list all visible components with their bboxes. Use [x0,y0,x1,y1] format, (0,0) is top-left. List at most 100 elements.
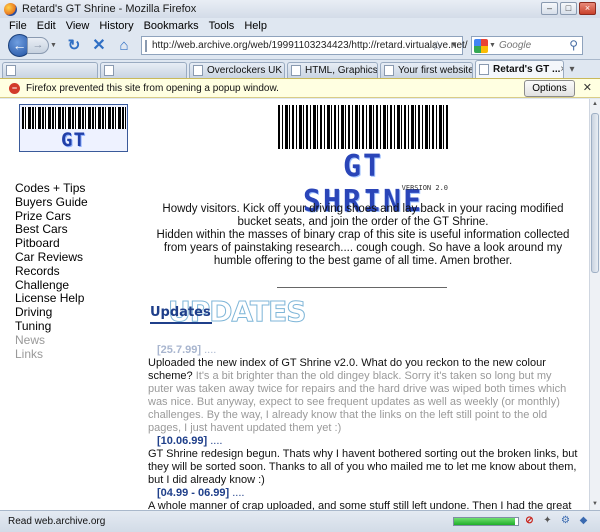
popup-blocked-icon[interactable]: ⊘ [523,514,536,527]
url-text[interactable]: http://web.archive.org/web/1999110323442… [152,40,468,51]
logo-version: VERSION 2.0 [401,184,448,192]
bookmark-star-icon[interactable]: ☆ [431,38,443,54]
home-icon[interactable]: ⌂ [115,37,133,55]
update-text: Uploaded the new index of GT Shrine v2.0… [148,357,567,434]
page-icon [145,39,147,52]
loading-progress-bar [453,517,519,526]
nav-link-driving[interactable]: Driving [15,305,125,320]
nav-link-links[interactable]: Links [15,347,125,362]
tab-label: Overclockers UK ... [207,65,285,76]
blocked-popup-icon: − [9,82,20,94]
scroll-up-icon[interactable]: ▲ [590,99,600,110]
popup-blocked-text: Firefox prevented this site from opening… [26,82,279,94]
tab-page-icon [193,65,203,76]
tab-blank-2[interactable] [100,62,187,78]
update-date: [04.99 - 06.99] .... [157,487,245,499]
updates-heading: UPDATES Updates [150,295,320,329]
history-dropdown-icon[interactable]: ▼ [50,42,58,49]
barcode-graphic [22,107,126,129]
tab-first-website[interactable]: Your first website ... [380,62,473,78]
url-bar[interactable]: http://web.archive.org/web/1999110323442… [141,36,468,55]
tab-page-icon [479,64,489,75]
google-icon[interactable] [474,38,488,53]
tab-overclockers[interactable]: Overclockers UK ... [189,62,285,78]
maximize-button[interactable]: □ [560,2,577,15]
update-date: [25.7.99] .... [157,344,217,356]
update-entry: [25.7.99] .... Uploaded the new index of… [148,344,578,435]
search-engine-dropdown-icon[interactable]: ▼ [489,42,496,49]
menu-help[interactable]: Help [244,20,267,32]
tab-page-icon [6,65,16,76]
menu-edit[interactable]: Edit [37,20,56,32]
close-button[interactable]: × [579,2,596,15]
menu-file[interactable]: File [9,20,27,32]
page-content: GT SHRINE GT SHRINE VERSION 2.0 Codes + … [0,99,589,510]
nav-link-car-reviews[interactable]: Car Reviews [15,250,125,265]
tab-page-icon [104,65,114,76]
tab-html-graphics[interactable]: HTML, Graphics ... [287,62,378,78]
search-input[interactable] [498,40,569,51]
tab-page-icon [291,65,301,76]
nav-link-tuning[interactable]: Tuning [15,319,125,334]
tab-gt-shrine[interactable]: Retard's GT ... × [475,60,564,78]
update-text: GT Shrine redesign begun. Thats why I ha… [148,448,578,486]
status-icons: ⊘ ✦ ⚙ ◆ [523,514,590,527]
popup-blocked-bar: − Firefox prevented this site from openi… [0,78,600,98]
title-bar: Retard's GT Shrine - Mozilla Firefox – □… [0,0,600,18]
search-go-icon[interactable]: ⚲ [569,38,578,52]
status-text: Read web.archive.org [8,516,106,527]
tab-blank-1[interactable] [2,62,98,78]
menu-view[interactable]: View [66,20,90,32]
status-bar: Read web.archive.org ⊘ ✦ ⚙ ◆ [0,510,600,532]
forward-button[interactable]: → [27,37,49,54]
intro-paragraph-1: Howdy visitors. Kick off your driving sh… [162,203,564,228]
tab-label: HTML, Graphics ... [305,65,378,76]
url-dropdown-icon[interactable]: ▼ [450,40,458,49]
update-date: [10.06.99] .... [157,435,223,447]
nav-link-records[interactable]: Records [15,264,125,279]
scroll-thumb[interactable] [591,113,599,273]
close-notification-icon[interactable]: ✕ [583,81,592,94]
tab-label: Your first website ... [398,65,473,76]
tab-page-icon [384,65,394,76]
nav-link-prize-cars[interactable]: Prize Cars [15,209,125,224]
tab-close-icon[interactable]: × [560,64,563,75]
divider [277,287,447,288]
updates-list: [25.7.99] .... Uploaded the new index of… [148,344,578,510]
progress-fill [454,518,515,525]
nav-link-license-help[interactable]: License Help [15,292,125,306]
firefox-logo-icon [4,2,17,16]
options-button[interactable]: Options [524,80,575,97]
vertical-scrollbar[interactable]: ▲ ▼ [589,99,600,510]
scroll-down-icon[interactable]: ▼ [590,499,600,510]
minimize-button[interactable]: – [541,2,558,15]
logo-small-text: GT SHRINE [61,129,86,151]
security-icon[interactable]: ◆ [577,514,590,527]
update-text: A whole manner of crap uploaded, and som… [148,500,572,510]
update-entry: [04.99 - 06.99] .... A whole manner of c… [148,487,578,510]
barcode-graphic [278,105,448,149]
menu-bookmarks[interactable]: Bookmarks [144,20,199,32]
addon-icon[interactable]: ⚙ [559,514,572,527]
menu-bar: File Edit View History Bookmarks Tools H… [0,18,600,33]
nav-link-news[interactable]: News [15,333,125,348]
tab-bar: Overclockers UK ... HTML, Graphics ... Y… [0,59,600,78]
browser-window: Retard's GT Shrine - Mozilla Firefox – □… [0,0,600,532]
site-logo-large: GT SHRINE VERSION 2.0 [278,105,448,219]
site-logo-small[interactable]: GT SHRINE [19,104,128,152]
stop-icon[interactable]: ✕ [90,37,108,55]
updates-underline [150,322,212,324]
tools-icon[interactable]: ✦ [541,514,554,527]
menu-history[interactable]: History [99,20,133,32]
nav-link-pitboard[interactable]: Pitboard [15,236,125,251]
update-entry: [10.06.99] .... GT Shrine redesign begun… [148,435,578,487]
nav-link-codes-tips[interactable]: Codes + Tips [15,181,125,196]
menu-tools[interactable]: Tools [209,20,235,32]
nav-link-best-cars[interactable]: Best Cars [15,223,125,237]
nav-link-buyers-guide[interactable]: Buyers Guide [15,195,125,210]
reload-icon[interactable]: ↻ [65,37,83,55]
search-bar[interactable]: ▼ ⚲ [471,36,583,55]
navigation-toolbar: ← → ▼ ↻ ✕ ⌂ http://web.archive.org/web/1… [0,33,600,58]
nav-link-challenge[interactable]: Challenge [15,278,125,293]
tab-list-icon[interactable]: ▾ [566,64,578,75]
